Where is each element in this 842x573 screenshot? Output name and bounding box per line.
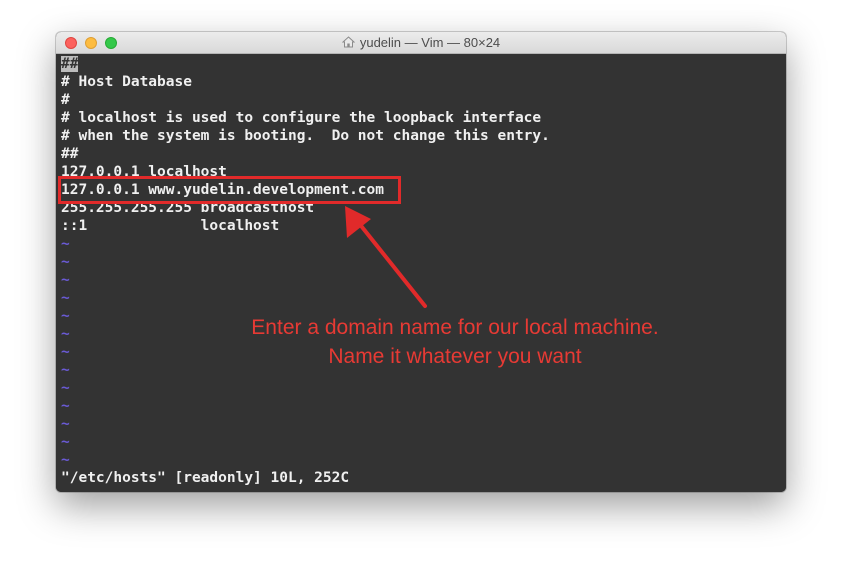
annotation-text-line-2: Name it whatever you want [328,345,582,368]
window-title: yudelin — Vim — 80×24 [56,35,786,50]
home-folder-icon [341,36,355,48]
empty-line-marker: ~ [61,434,70,450]
empty-line-marker: ~ [61,290,70,306]
empty-line-marker: ~ [61,236,70,252]
buffer-line-4: # localhost is used to configure the loo… [61,110,542,126]
title-bar[interactable]: yudelin — Vim — 80×24 [56,32,786,54]
empty-line-marker: ~ [61,416,70,432]
status-line: "/etc/hosts" [readonly] 10L, 252C [61,470,350,486]
vim-buffer[interactable]: ## # Host Database # # localhost is used… [56,54,786,492]
buffer-line-6: ## [61,146,79,162]
empty-line-marker: ~ [61,308,70,324]
empty-line-marker: ~ [61,326,70,342]
highlight-box [58,176,401,204]
buffer-line-2: # Host Database [61,74,192,90]
buffer-line-5: # when the system is booting. Do not cha… [61,128,550,144]
empty-line-marker: ~ [61,452,70,468]
empty-line-marker: ~ [61,362,70,378]
buffer-line-1: ## [61,55,79,73]
window-title-text: yudelin — Vim — 80×24 [359,35,501,50]
terminal-window: yudelin — Vim — 80×24 ## # Host Database… [56,32,786,492]
empty-line-marker: ~ [61,380,70,396]
empty-line-marker: ~ [61,272,70,288]
buffer-line-3: # [61,92,70,108]
buffer-line-10: ::1 localhost [61,218,280,234]
empty-line-marker: ~ [61,344,70,360]
empty-line-marker: ~ [61,254,70,270]
cursor: ## [61,56,79,72]
empty-line-marker: ~ [61,398,70,414]
